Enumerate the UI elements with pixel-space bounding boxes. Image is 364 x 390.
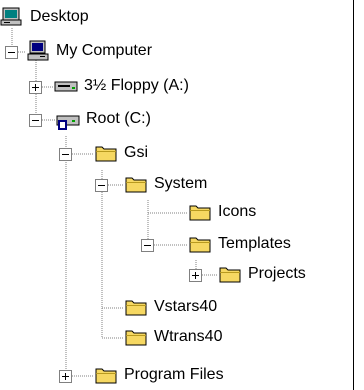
floppy-drive-icon [54, 81, 78, 92]
folder-icon [95, 368, 117, 384]
tree-item-floppy-drive[interactable]: 3½ Floppy (A:) [0, 71, 364, 103]
folder-icon [219, 267, 241, 283]
tree-item-label: Wtrans40 [154, 328, 223, 345]
tree-item-label: Root (C:) [86, 110, 151, 127]
tree-item-label: 3½ Floppy (A:) [84, 77, 189, 94]
collapse-toggle[interactable] [29, 114, 42, 127]
tree-item-label: Templates [218, 235, 291, 252]
expand-toggle[interactable] [189, 269, 202, 282]
tree-item-folder-vstars40[interactable]: Vstars40 [0, 292, 364, 324]
desktop-icon [0, 7, 22, 26]
folder-icon [125, 177, 147, 193]
folder-icon [189, 237, 211, 253]
tree-item-folder-wtrans40[interactable]: Wtrans40 [0, 322, 364, 354]
computer-icon [27, 40, 49, 61]
folder-icon [189, 205, 211, 221]
tree-item-label: System [154, 175, 208, 192]
collapse-toggle[interactable] [141, 239, 154, 252]
tree-item-folder-program-files[interactable]: Program Files [0, 360, 364, 390]
collapse-toggle[interactable] [95, 179, 108, 192]
tree-item-folder-gsi[interactable]: Gsi [0, 138, 364, 170]
tree-item-label: Icons [218, 203, 257, 220]
tree-item-root-drive[interactable]: Root (C:) [0, 104, 364, 136]
folder-icon [95, 146, 117, 162]
window-edge [353, 0, 364, 390]
collapse-toggle[interactable] [5, 46, 18, 59]
tree-item-folder-projects[interactable]: Projects [0, 259, 364, 291]
tree-item-label: Projects [248, 265, 306, 282]
tree-item-folder-icons[interactable]: Icons [0, 197, 364, 229]
collapse-toggle[interactable] [59, 148, 72, 161]
tree-item-label: Program Files [124, 366, 224, 383]
folder-tree: Desktop My Computer 3½ Floppy (A:) Root … [0, 0, 364, 390]
expand-toggle[interactable] [59, 370, 72, 383]
tree-item-label: Gsi [124, 144, 148, 161]
tree-item-label: Vstars40 [154, 298, 218, 315]
tree-item-label: Desktop [30, 8, 89, 25]
hard-drive-icon [56, 115, 80, 130]
expand-toggle[interactable] [29, 81, 42, 94]
tree-item-label: My Computer [56, 42, 153, 59]
folder-icon [125, 330, 147, 346]
folder-icon [125, 300, 147, 316]
tree-item-my-computer[interactable]: My Computer [0, 36, 364, 68]
tree-item-desktop[interactable]: Desktop [0, 2, 364, 34]
tree-item-folder-templates[interactable]: Templates [0, 229, 364, 261]
